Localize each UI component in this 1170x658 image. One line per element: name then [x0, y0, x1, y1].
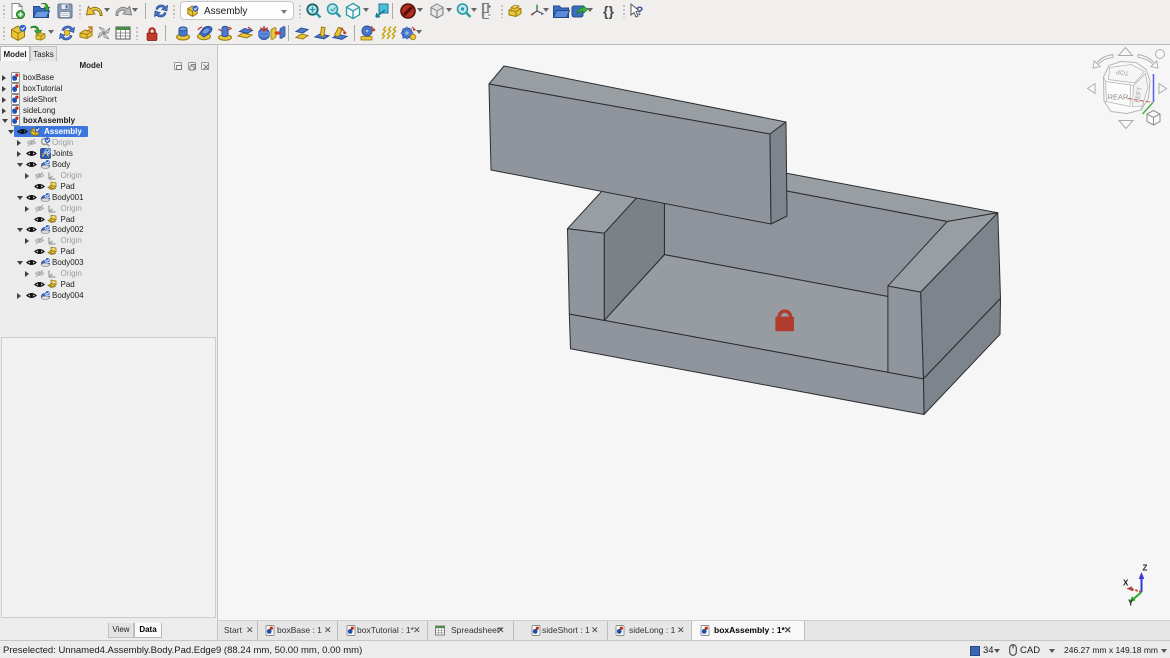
svg-text:?: ? — [636, 4, 643, 18]
svg-text:Y: Y — [1128, 599, 1134, 608]
svg-text:X: X — [1123, 579, 1129, 588]
svg-text:REAR: REAR — [1108, 93, 1129, 102]
svg-text:Z: Z — [1143, 564, 1148, 573]
svg-text:{}: {} — [603, 3, 614, 19]
